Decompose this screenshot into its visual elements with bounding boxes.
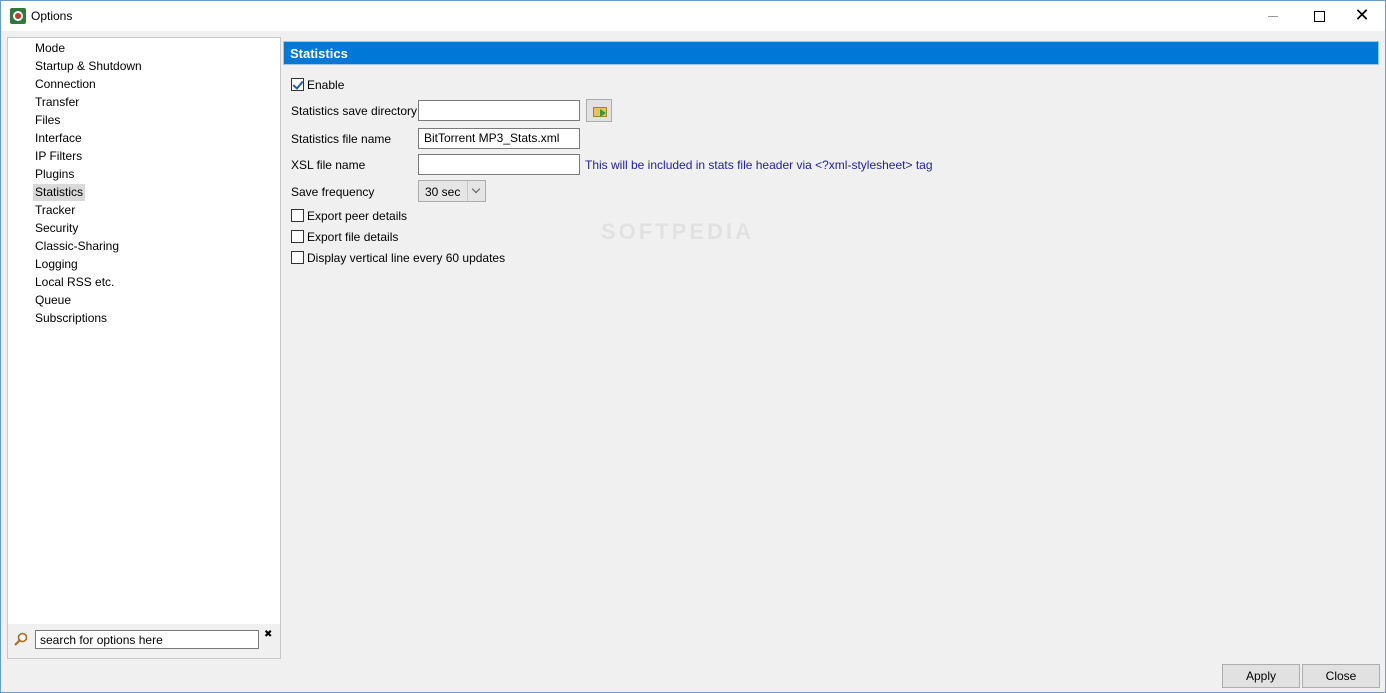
close-icon: ✕ [1354,5,1370,26]
xsl-file-input[interactable] [418,154,580,175]
arrow-icon [600,109,606,117]
section-title: Statistics [283,41,1379,65]
options-window: Options ✕ Mode Startup & Shutdown Connec… [0,0,1386,693]
save-directory-label: Statistics save directory [291,104,418,118]
file-name-input[interactable]: BitTorrent MP3_Stats.xml [418,128,580,149]
search-icon [14,632,28,646]
xsl-hint-text: This will be included in stats file head… [585,158,933,172]
softpedia-watermark: SOFTPEDIA [601,219,754,244]
tree-item-transfer[interactable]: Transfer [33,94,81,111]
export-peer-checkbox[interactable] [291,209,304,222]
maximize-icon [1313,10,1325,22]
tree-item-subscriptions[interactable]: Subscriptions [33,310,109,327]
vertical-line-label[interactable]: Display vertical line every 60 updates [307,251,505,265]
minimize-icon [1268,15,1278,17]
title-bar[interactable]: Options ✕ [1,1,1385,31]
tree-item-connection[interactable]: Connection [33,76,98,93]
close-button[interactable]: Close [1302,664,1380,688]
save-frequency-value: 30 sec [425,185,461,199]
tree-item-security[interactable]: Security [33,220,80,237]
tree-item-tracker[interactable]: Tracker [33,202,77,219]
tree-item-local-rss[interactable]: Local RSS etc. [33,274,116,291]
tree-item-classic-sharing[interactable]: Classic-Sharing [33,238,121,255]
tree-item-plugins[interactable]: Plugins [33,166,76,183]
tree-item-startup-shutdown[interactable]: Startup & Shutdown [33,58,144,75]
tree-item-ip-filters[interactable]: IP Filters [33,148,84,165]
tree-item-logging[interactable]: Logging [33,256,80,273]
save-frequency-select[interactable]: 30 sec [418,180,486,202]
tree-item-mode[interactable]: Mode [33,40,67,57]
enable-label[interactable]: Enable [307,78,344,92]
export-file-checkbox[interactable] [291,230,304,243]
browse-directory-button[interactable] [586,99,612,122]
minimize-button[interactable] [1250,1,1296,31]
tree-item-files[interactable]: Files [33,112,62,129]
search-options-input[interactable] [35,630,259,649]
xsl-file-label: XSL file name [291,158,366,172]
tree-item-statistics[interactable]: Statistics [33,184,86,201]
window-title: Options [31,9,73,23]
file-name-label: Statistics file name [291,132,392,146]
enable-checkbox[interactable] [291,78,304,91]
options-search-area: ✖ [8,624,280,658]
export-file-label[interactable]: Export file details [307,230,398,244]
chevron-down-icon [467,181,486,201]
options-panel: Statistics Enable Statistics save direct… [283,37,1381,657]
apply-button[interactable]: Apply [1222,664,1300,688]
maximize-button[interactable] [1296,1,1342,31]
save-frequency-label: Save frequency [291,185,375,199]
export-peer-label[interactable]: Export peer details [307,209,407,223]
vertical-line-checkbox[interactable] [291,251,304,264]
tree-item-queue[interactable]: Queue [33,292,73,309]
options-tree: Mode Startup & Shutdown Connection Trans… [7,37,281,659]
app-icon [10,8,26,24]
save-directory-input[interactable] [418,100,580,121]
clear-icon[interactable]: ✖ [264,629,272,640]
close-window-button[interactable]: ✕ [1339,1,1385,31]
tree-item-interface[interactable]: Interface [33,130,84,147]
